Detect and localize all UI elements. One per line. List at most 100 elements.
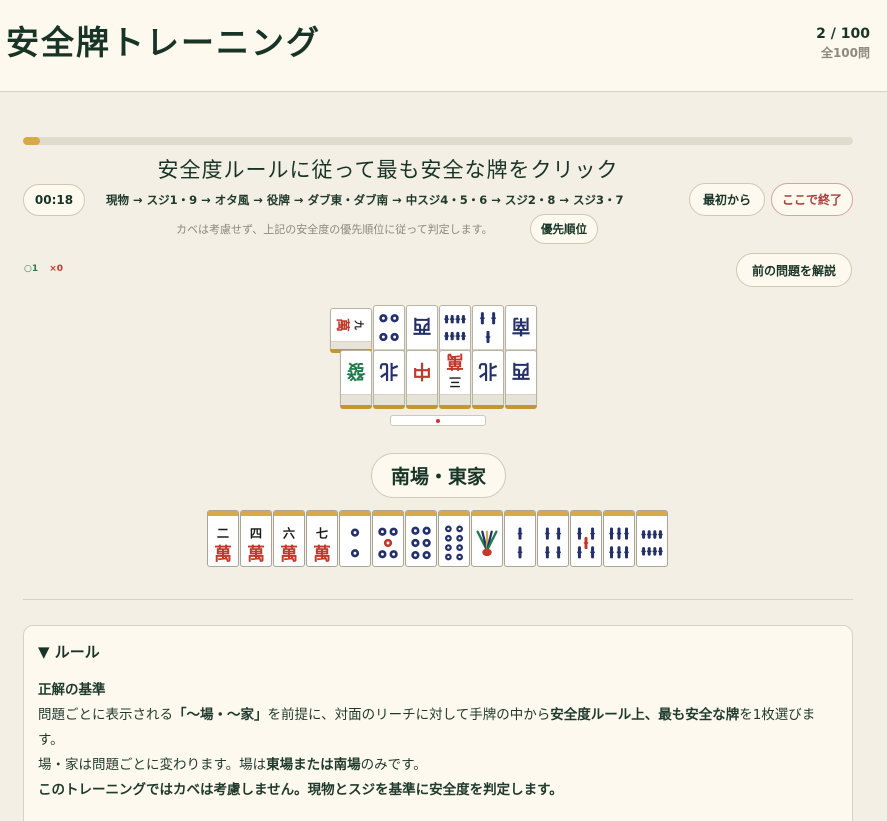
sou-stick-joint [590,532,595,535]
pin-pip-center [380,530,384,534]
tile-base [341,394,371,405]
pin-pip-center [393,316,397,320]
tile-face: 西 [506,351,536,394]
criteria-title: 正解の基準 [38,682,106,698]
tile-face: 九萬 [331,309,371,341]
hand-pin-8-tile[interactable] [438,510,470,567]
sou-stick-joint [545,551,550,554]
tile-face [538,516,568,568]
sou-stick-joint [444,318,449,320]
discard-man-9-tile: 九萬 [330,308,372,353]
tile-face [571,516,601,568]
hand-sou-6-tile[interactable] [603,510,635,567]
sou-stick-joint [449,318,455,320]
sou-stick-joint [658,533,663,536]
sou-stick-joint [455,335,461,337]
sou-stick-joint [556,551,561,554]
sou-stick-joint [491,317,496,319]
hand-sou-4-tile[interactable] [537,510,569,567]
hand-sou-8-tile[interactable] [636,510,668,567]
rules-line-1: 問題ごとに表示される「〜場・〜家」を前提に、対面のリーチに対して手牌の中から安全… [38,703,838,753]
tile-face: 二萬 [208,516,238,568]
sou-stick-joint [455,318,461,320]
sou-stick-joint [646,533,652,536]
honor-label: 中 [413,360,432,383]
rules-text: 場・家は問題ごとに変わります。場は [38,757,267,773]
hand-man-4-tile[interactable]: 四萬 [240,510,272,567]
tile-base [331,341,371,349]
progress-bar [23,137,853,145]
sou-stick-joint [641,550,646,553]
rules-toggle[interactable]: ▼ ルール [38,641,100,662]
pin-pip-center [447,555,450,559]
man-wan-label: 萬 [313,544,331,565]
honor-label: 南 [512,315,531,337]
riichi-stick-dot [436,419,440,423]
hand-man-2-tile[interactable]: 二萬 [207,510,239,567]
priority-button[interactable]: 優先順位 [530,214,598,244]
tile-face: 北 [473,351,503,394]
discard-north-tile: 北 [373,350,405,409]
tile-face [373,516,403,568]
man-wan-label: 萬 [446,351,464,372]
hand-sou-5-tile[interactable] [570,510,602,567]
tile-base [440,394,470,405]
rules-emphasis: 「〜場・〜家」 [173,707,268,723]
discard-chun-tile: 中 [406,350,438,409]
sou-stick-joint [577,532,582,535]
end-button[interactable]: ここで終了 [771,183,853,216]
sou-stick-joint [545,532,550,535]
sou-stick-joint [641,533,646,536]
pin-pip-center [458,537,461,540]
hand-man-7-tile[interactable]: 七萬 [306,510,338,567]
prev-explanation-button[interactable]: 前の問題を解説 [736,253,852,287]
wrong-count: ×0 [49,264,64,274]
tile-face [505,516,535,568]
restart-button[interactable]: 最初から [689,183,765,216]
correct-count: ○1 [24,264,39,274]
pin-pip-center [393,335,397,339]
hand-man-6-tile[interactable]: 六萬 [273,510,305,567]
pin-pip-center [392,530,396,534]
honor-label: 北 [478,360,497,382]
tile-back [439,405,471,409]
tile-back [373,405,405,409]
pin-pip-center [425,529,429,533]
man-number-label: 九 [352,319,364,330]
safety-priority-rule: 現物 → スジ1・9 → オタ風 → 役牌 → ダブ東・ダブ南 → 中スジ4・5… [106,193,624,207]
hand-pin-6-tile[interactable] [405,510,437,567]
sou-bird-icon [476,530,498,557]
man-wan-label: 萬 [247,544,265,565]
pin-pip-center [353,551,357,555]
rules-text: のみです。 [360,757,427,773]
tile-face: 西 [407,306,437,349]
sou-stick-joint [609,532,614,535]
hand-pin-2-tile[interactable] [339,510,371,567]
hand-sou-1-tile[interactable] [471,510,503,567]
man-wan-label: 萬 [334,318,351,332]
tile-face: 發 [341,351,371,394]
discard-west-tile: 西 [505,350,537,409]
tile-face: 七萬 [307,516,337,568]
tile-face [374,306,404,349]
pin-pip-center [447,537,450,540]
pin-pip-center [381,316,385,320]
tile-back [505,405,537,409]
sou-stick-joint [461,335,466,337]
pin-pip-center [413,541,417,545]
hand-pin-5-tile[interactable] [372,510,404,567]
sou-stick-joint [517,532,523,535]
rules-line-2: 場・家は問題ごとに変わります。場は東場または南場のみです。 [38,753,838,778]
question-progress-text: 2 / 100 [816,26,870,42]
rules-emphasis: 東場または南場 [266,757,361,773]
pin-pip-center [458,555,461,559]
pin-pip-center [380,552,384,556]
tile-face: 中 [407,351,437,394]
tile-face [340,516,370,568]
rules-body: 正解の基準 問題ごとに表示される「〜場・〜家」を前提に、対面のリーチに対して手牌… [38,678,838,803]
hand-sou-2-tile[interactable] [504,510,536,567]
honor-label: 發 [346,360,366,383]
sou-stick-joint [609,551,614,554]
man-wan-label: 萬 [280,544,298,565]
question-counter: 2 / 100 全100問 [816,26,870,61]
